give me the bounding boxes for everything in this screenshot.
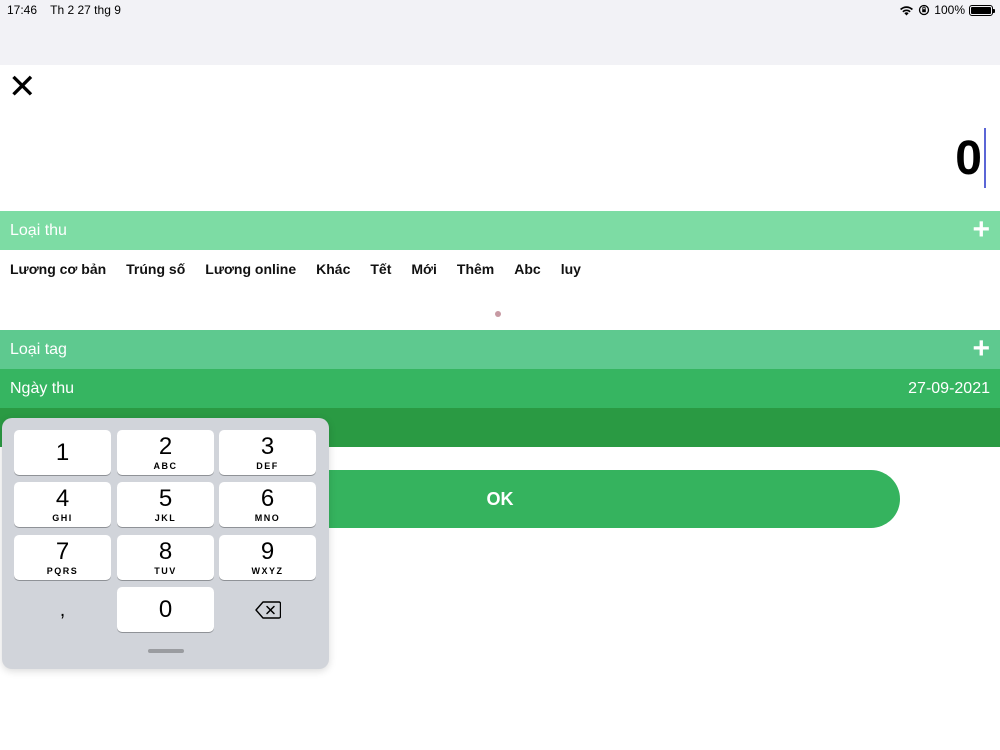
key-letters: GHI bbox=[52, 512, 73, 523]
key-letters: MNO bbox=[254, 512, 281, 523]
status-date: Th 2 27 thg 9 bbox=[50, 3, 121, 17]
backspace-key[interactable] bbox=[219, 587, 316, 632]
text-cursor bbox=[984, 128, 986, 188]
key-letters: TUV bbox=[154, 565, 177, 576]
battery-percent: 100% bbox=[934, 3, 965, 17]
key-letters: DEF bbox=[256, 460, 279, 471]
income-date-label: Ngày thu bbox=[10, 379, 75, 397]
category-item[interactable]: Lương cơ bản bbox=[10, 261, 106, 277]
key-5[interactable]: 5 JKL bbox=[117, 482, 214, 527]
category-item[interactable]: luy bbox=[561, 261, 581, 277]
category-item[interactable]: Trúng số bbox=[126, 261, 185, 277]
add-income-type-button[interactable]: + bbox=[972, 215, 990, 245]
key-digit: 4 bbox=[55, 484, 70, 512]
tag-type-label: Loại tag bbox=[10, 340, 67, 358]
key-letters: ABC bbox=[153, 460, 178, 471]
orientation-lock-icon bbox=[919, 4, 930, 16]
key-digit: 6 bbox=[260, 484, 275, 512]
add-tag-button[interactable]: + bbox=[972, 334, 990, 364]
category-item[interactable]: Tết bbox=[370, 261, 391, 277]
income-category-list: Lương cơ bản Trúng số Lương online Khác … bbox=[10, 261, 581, 277]
key-digit: 9 bbox=[260, 537, 275, 565]
key-2[interactable]: 2 ABC bbox=[117, 430, 214, 475]
key-digit: 3 bbox=[260, 432, 275, 460]
key-digit: 5 bbox=[158, 484, 173, 512]
category-item[interactable]: Khác bbox=[316, 261, 350, 277]
key-0[interactable]: 0 bbox=[117, 587, 214, 632]
category-item[interactable]: Abc bbox=[514, 261, 540, 277]
key-comma[interactable]: , bbox=[14, 587, 111, 632]
battery-icon bbox=[969, 4, 995, 16]
status-right: 100% bbox=[899, 3, 995, 17]
income-type-label: Loại thu bbox=[10, 221, 67, 239]
key-4[interactable]: 4 GHI bbox=[14, 482, 111, 527]
key-6[interactable]: 6 MNO bbox=[219, 482, 316, 527]
key-digit: 0 bbox=[158, 595, 173, 623]
key-digit: 8 bbox=[158, 537, 173, 565]
category-item[interactable]: Lương online bbox=[205, 261, 296, 277]
category-item[interactable]: Mới bbox=[411, 261, 437, 277]
key-8[interactable]: 8 TUV bbox=[117, 535, 214, 580]
wifi-icon bbox=[900, 5, 914, 15]
tag-type-header: Loại tag + bbox=[0, 330, 1000, 369]
amount-display[interactable]: 0 bbox=[955, 128, 986, 188]
key-digit: 1 bbox=[55, 438, 70, 466]
key-7[interactable]: 7 PQRS bbox=[14, 535, 111, 580]
key-1[interactable]: 1 bbox=[14, 430, 111, 475]
income-date-row[interactable]: Ngày thu 27-09-2021 bbox=[0, 369, 1000, 408]
status-time: 17:46 bbox=[7, 3, 38, 17]
income-type-header: Loại thu + bbox=[0, 211, 1000, 250]
key-digit: 7 bbox=[55, 537, 70, 565]
income-date-value: 27-09-2021 bbox=[908, 379, 990, 397]
close-button[interactable]: ✕ bbox=[8, 70, 38, 104]
status-left: 17:46 Th 2 27 thg 9 bbox=[7, 3, 131, 17]
key-letters: JKL bbox=[154, 512, 177, 523]
category-item[interactable]: Thêm bbox=[457, 261, 494, 277]
status-bar: 17:46 Th 2 27 thg 9 100% bbox=[0, 0, 1000, 65]
key-9[interactable]: 9 WXYZ bbox=[219, 535, 316, 580]
amount-value: 0 bbox=[955, 131, 982, 185]
key-letters: WXYZ bbox=[251, 565, 284, 576]
backspace-icon bbox=[254, 600, 281, 619]
key-letters: PQRS bbox=[46, 565, 79, 576]
keypad-drag-handle[interactable] bbox=[148, 649, 184, 653]
key-3[interactable]: 3 DEF bbox=[219, 430, 316, 475]
ok-button-label: OK bbox=[486, 488, 514, 509]
close-icon: ✕ bbox=[8, 68, 37, 106]
key-digit: 2 bbox=[158, 432, 173, 460]
page-indicator-dot bbox=[495, 311, 501, 317]
key-digit: , bbox=[59, 598, 66, 621]
app-screen: 17:46 Th 2 27 thg 9 100% ✕ 0 Loại thu + bbox=[0, 0, 1000, 750]
numeric-keypad: 1 2 ABC 3 DEF 4 GHI 5 JKL 6 MNO 7 PQRS 8… bbox=[2, 418, 329, 669]
